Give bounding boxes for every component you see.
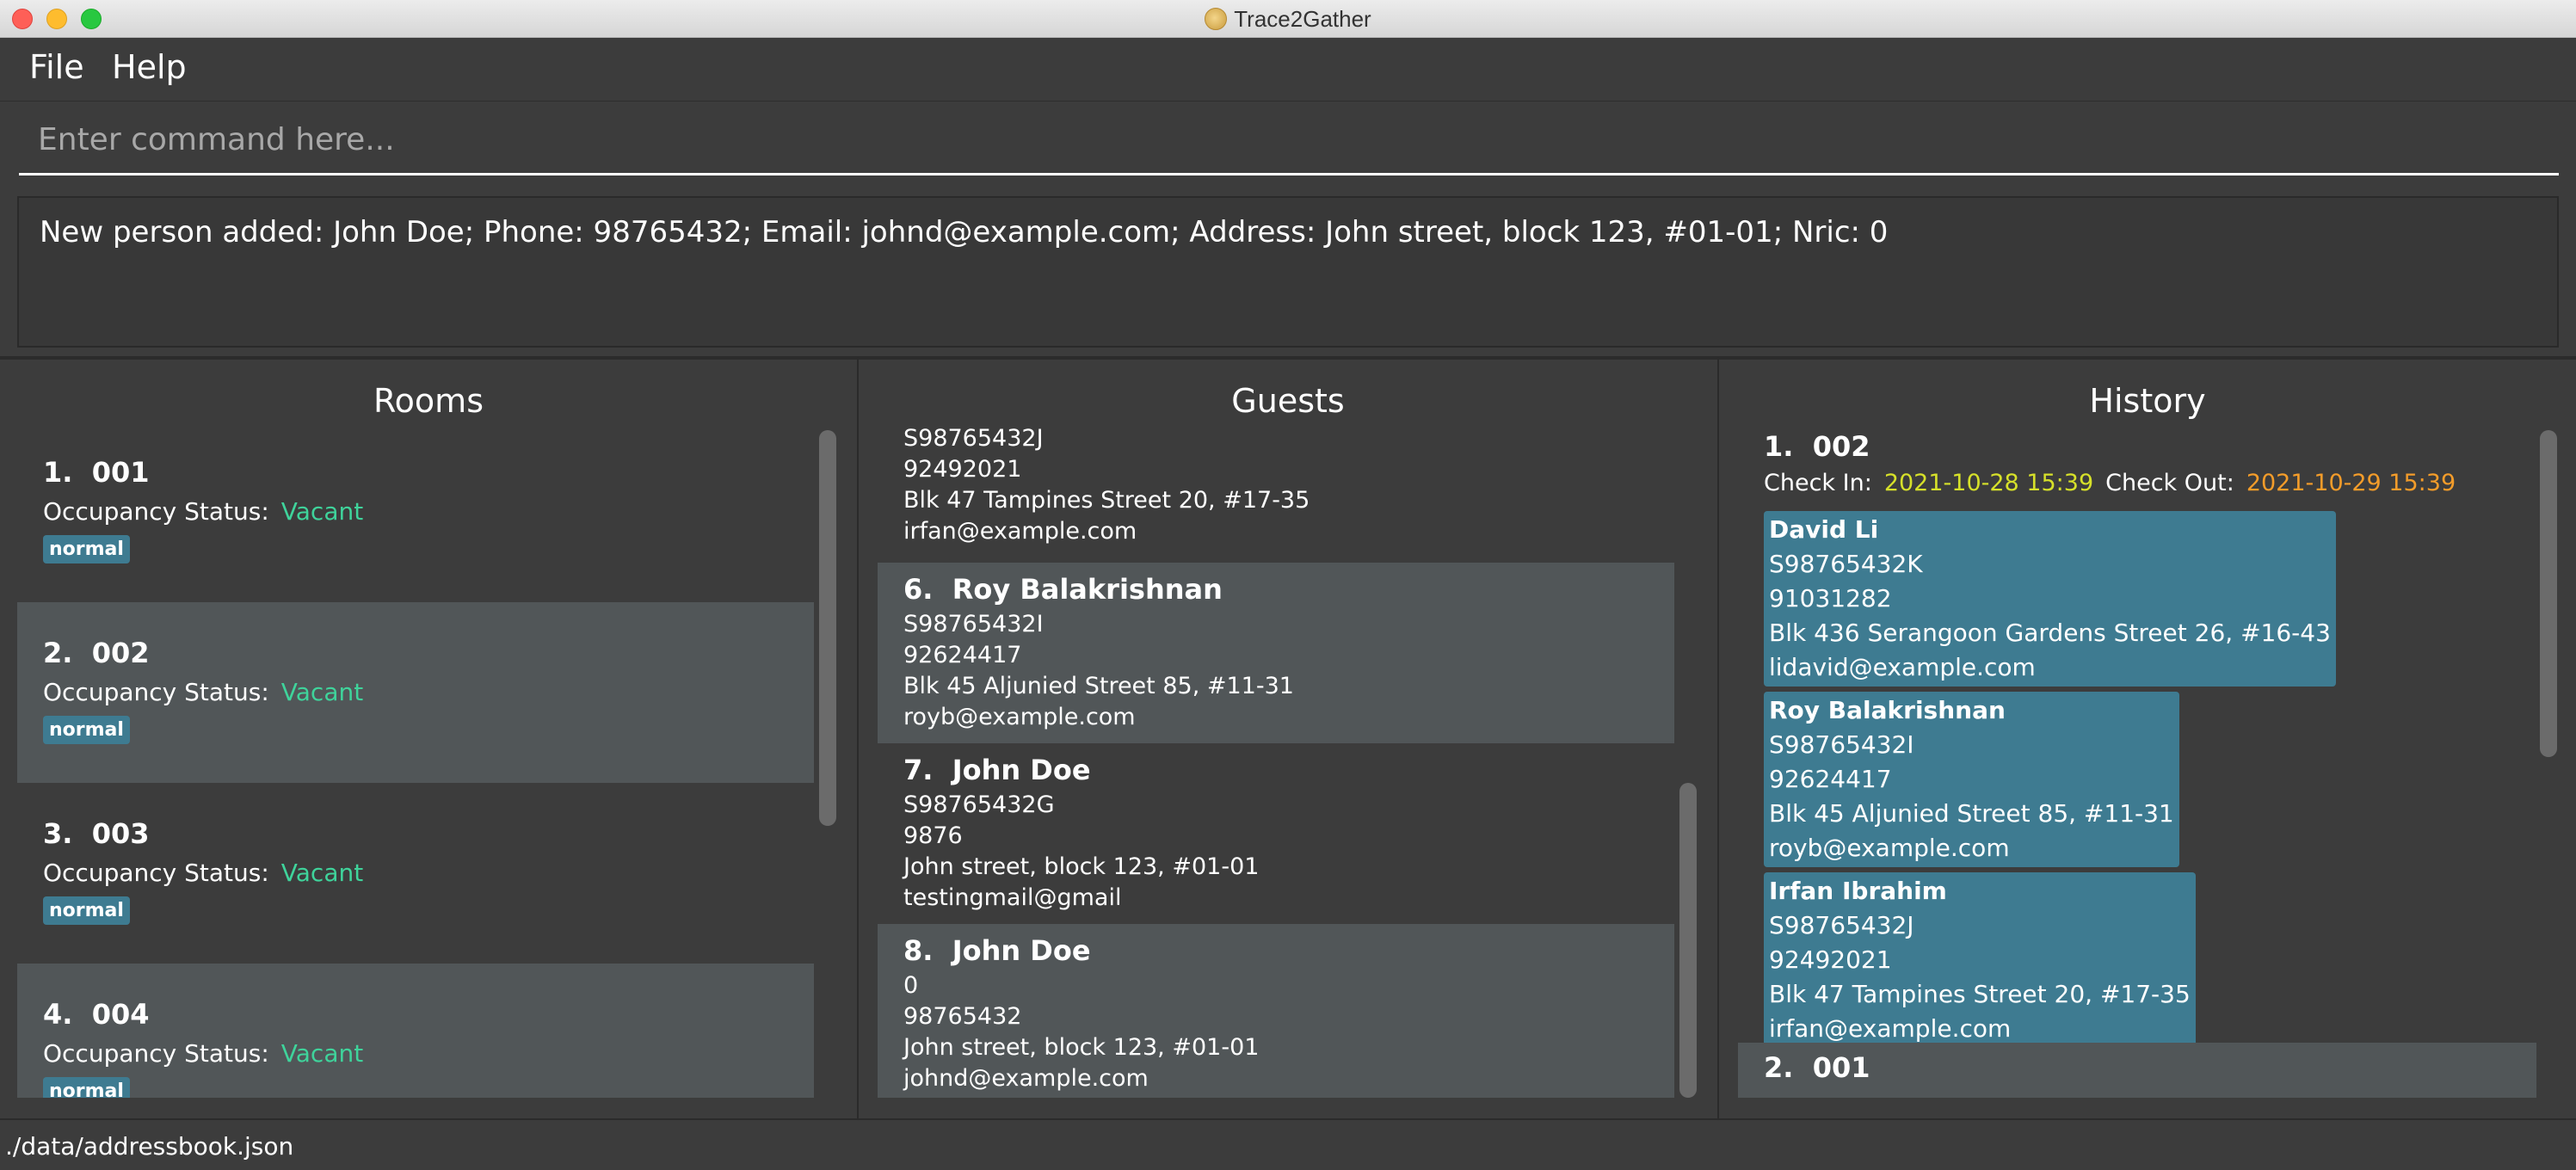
rooms-scroll-thumb[interactable]	[819, 430, 836, 826]
room-tag: normal	[43, 535, 130, 563]
guest-address: John street, block 123, #01-01	[903, 853, 1260, 880]
room-card[interactable]: 3. 003 Occupancy Status: Vacant normal	[17, 783, 814, 964]
window-titlebar: Trace2Gather	[0, 0, 2576, 38]
guests-title: Guests	[1231, 382, 1345, 420]
status-bar: ./data/addressbook.json	[0, 1118, 2576, 1170]
check-out-label: Check Out:	[2105, 470, 2234, 496]
guest-title: 7. John Doe	[903, 754, 1091, 786]
guest-card[interactable]: 8. John Doe 0 98765432 John street, bloc…	[878, 924, 1674, 1098]
room-title: 4. 004	[43, 998, 150, 1031]
history-list[interactable]: 1. 002 Check In: 2021-10-28 15:39 Check Ou…	[1738, 422, 2536, 1098]
history-entry-title: 2. 001	[1764, 1051, 1870, 1084]
check-in-label: Check In:	[1764, 470, 1872, 496]
room-title: 1. 001	[43, 456, 150, 489]
guests-panel: Guests S98765432J 92492021 Blk 47 Tampin…	[859, 360, 1717, 1118]
history-guest-card: Roy Balakrishnan S98765432I 92624417 Blk…	[1764, 692, 2179, 867]
history-guest-card: David Li S98765432K 91031282 Blk 436 Ser…	[1764, 511, 2336, 687]
room-tag: normal	[43, 716, 130, 744]
check-in-time: 2021-10-28 15:39	[1883, 470, 2094, 496]
room-title: 2. 002	[43, 637, 150, 669]
guest-email: testingmail@gmail	[903, 884, 1122, 911]
guests-scroll-thumb[interactable]	[1679, 783, 1697, 1098]
guest-email: irfan@example.com	[903, 518, 1137, 545]
history-dates: Check In: 2021-10-28 15:39 Check Out: 2021-…	[1764, 470, 2456, 496]
room-status: Occupancy Status: Vacant	[43, 678, 364, 706]
room-status: Occupancy Status: Vacant	[43, 1039, 364, 1068]
rooms-list[interactable]: 1. 001 Occupancy Status: Vacant normal 2.…	[17, 422, 814, 1098]
room-card[interactable]: 4. 004 Occupancy Status: Vacant normal	[17, 964, 814, 1098]
history-entry[interactable]: 1. 002 Check In: 2021-10-28 15:39 Check Ou…	[1738, 422, 2536, 1048]
room-status: Occupancy Status: Vacant	[43, 497, 364, 526]
history-entry-title: 1. 002	[1764, 430, 1870, 463]
result-display: New person added: John Doe; Phone: 98765…	[17, 196, 2559, 348]
guest-card[interactable]: 6. Roy Balakrishnan S98765432I 92624417 …	[878, 563, 1674, 743]
check-out-time: 2021-10-29 15:39	[2246, 470, 2456, 496]
guest-address: John street, block 123, #01-01	[903, 1034, 1260, 1061]
guest-card[interactable]: S98765432J 92492021 Blk 47 Tampines Stre…	[878, 422, 1674, 563]
command-box	[19, 107, 2559, 176]
guest-email: johnd@example.com	[903, 1065, 1149, 1092]
guest-phone: 92624417	[903, 642, 1022, 668]
menu-file[interactable]: File	[29, 48, 84, 86]
guest-nric: S98765432J	[903, 425, 1044, 452]
window-title: Trace2Gather	[1234, 5, 1371, 32]
room-card[interactable]: 2. 002 Occupancy Status: Vacant normal	[17, 602, 814, 783]
rooms-panel: Rooms 1. 001 Occupancy Status: Vacant nor…	[0, 360, 857, 1118]
history-panel: History 1. 002 Check In: 2021-10-28 15:39…	[1719, 360, 2576, 1118]
guests-scrollbar[interactable]	[1679, 428, 1697, 1099]
room-status: Occupancy Status: Vacant	[43, 859, 364, 887]
guest-phone: 98765432	[903, 1003, 1022, 1030]
history-entry[interactable]: 2. 001	[1738, 1043, 2536, 1098]
guest-nric: S98765432G	[903, 791, 1055, 818]
result-text: New person added: John Doe; Phone: 98765…	[40, 215, 1889, 249]
guest-address: Blk 45 Aljunied Street 85, #11-31	[903, 673, 1294, 699]
history-scrollbar[interactable]	[2540, 428, 2557, 1099]
guest-address: Blk 47 Tampines Street 20, #17-35	[903, 487, 1310, 514]
guests-list[interactable]: S98765432J 92492021 Blk 47 Tampines Stre…	[878, 422, 1674, 1098]
save-location-path: ./data/addressbook.json	[5, 1132, 294, 1161]
guest-card[interactable]: 7. John Doe S98765432G 9876 John street,…	[878, 743, 1674, 924]
guest-nric: S98765432I	[903, 611, 1044, 637]
guest-phone: 92492021	[903, 456, 1022, 483]
app-icon	[1205, 8, 1228, 30]
command-input[interactable]	[19, 107, 2559, 173]
menu-bar: File Help	[0, 38, 2576, 102]
room-title: 3. 003	[43, 817, 150, 850]
guest-email: royb@example.com	[903, 704, 1136, 730]
history-title: History	[2089, 382, 2206, 420]
history-guest-card: Irfan Ibrahim S98765432J 92492021 Blk 47…	[1764, 872, 2196, 1048]
menu-help[interactable]: Help	[112, 48, 187, 86]
room-tag: normal	[43, 896, 130, 925]
guest-nric: 0	[903, 972, 919, 999]
rooms-title: Rooms	[373, 382, 484, 420]
guest-title: 8. John Doe	[903, 934, 1091, 967]
history-scroll-thumb[interactable]	[2540, 430, 2557, 757]
guest-title: 6. Roy Balakrishnan	[903, 573, 1223, 606]
guest-phone: 9876	[903, 822, 963, 849]
room-card[interactable]: 1. 001 Occupancy Status: Vacant normal	[17, 422, 814, 602]
rooms-scrollbar[interactable]	[819, 428, 836, 1099]
room-tag: normal	[43, 1077, 130, 1098]
